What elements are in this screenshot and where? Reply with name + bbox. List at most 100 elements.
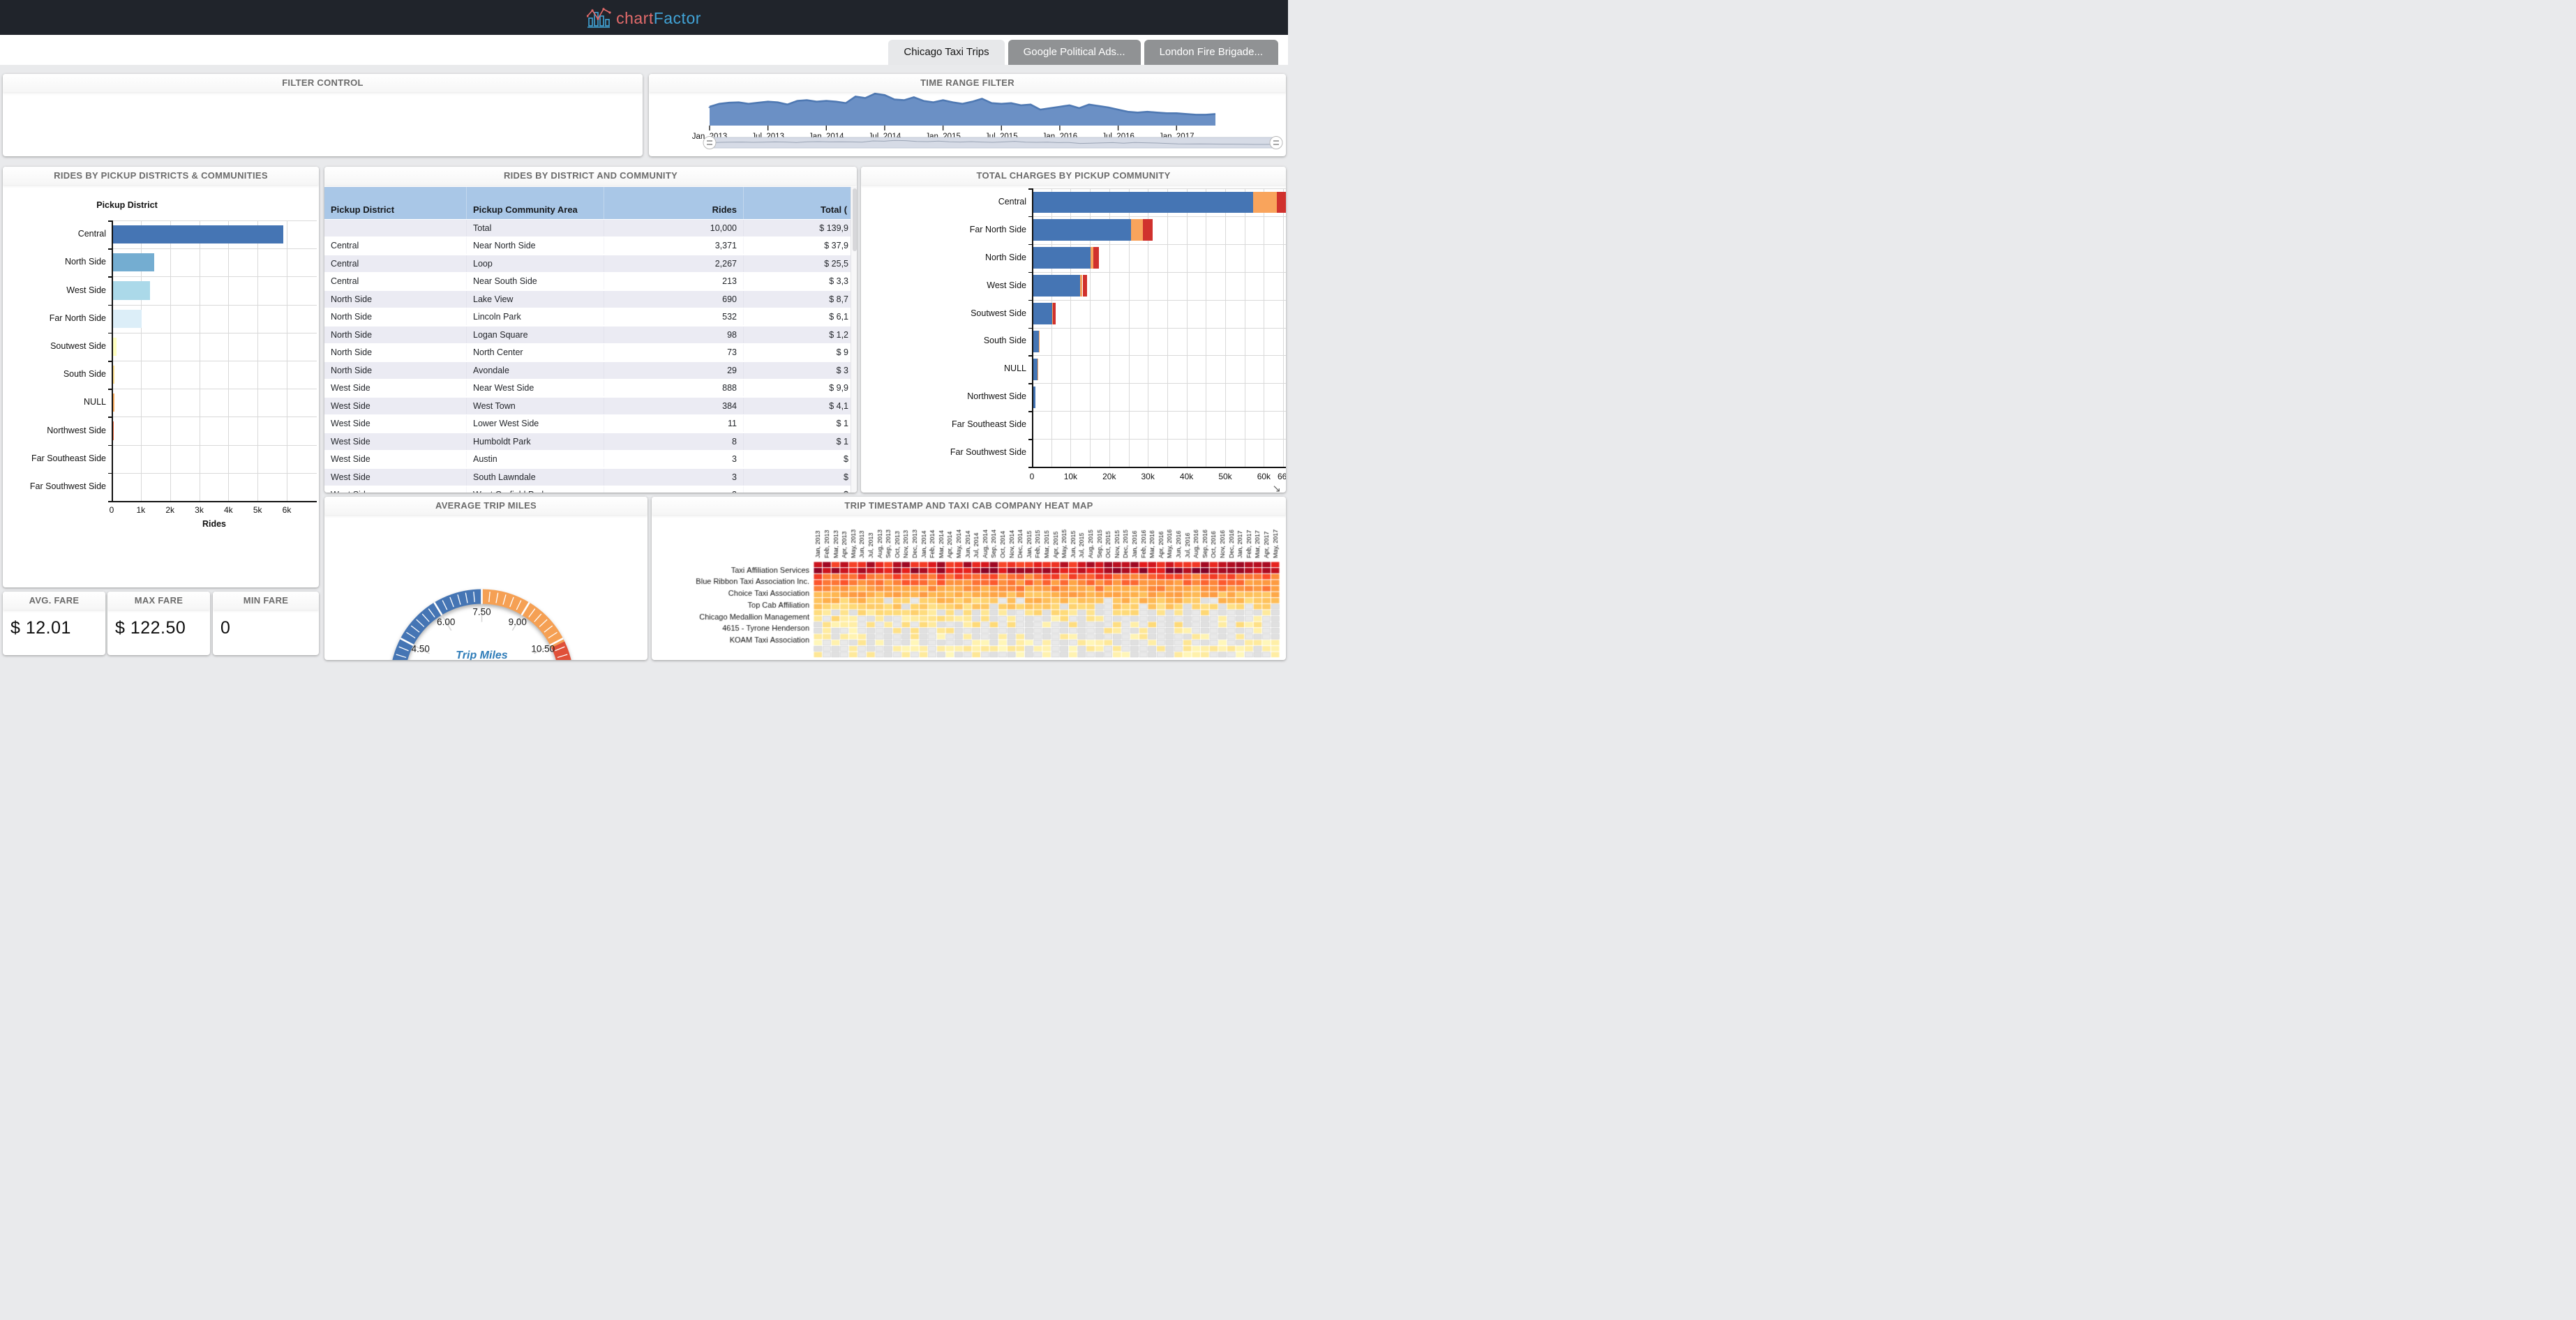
bar-soutwest-side[interactable] bbox=[112, 337, 117, 356]
x-axis-tick-label: 5k bbox=[253, 505, 262, 515]
table-cell: Near West Side bbox=[467, 380, 604, 396]
heatmap-cells[interactable] bbox=[652, 515, 1286, 660]
table-cell: $ bbox=[744, 486, 855, 493]
stacked-bar-segment-red-segment[interactable] bbox=[1053, 303, 1056, 324]
table-cell: 73 bbox=[604, 344, 744, 361]
column-header[interactable]: Pickup Community Area bbox=[467, 187, 604, 219]
table-row[interactable]: North Side Logan Square 98 $ 1,2 bbox=[324, 326, 857, 343]
stacked-bar-segment-blue-segment[interactable] bbox=[1033, 247, 1091, 269]
table-row[interactable]: West Side South Lawndale 3 $ bbox=[324, 468, 857, 486]
x-axis-tick-label: 66. bbox=[1278, 472, 1286, 481]
table-cell: North Side bbox=[324, 344, 467, 361]
brush-handle-right[interactable] bbox=[1269, 136, 1283, 149]
filter-control-body[interactable] bbox=[3, 92, 643, 156]
panel-title: RIDES BY DISTRICT AND COMMUNITY bbox=[324, 167, 857, 185]
stacked-bar-segment-blue-segment[interactable] bbox=[1033, 191, 1253, 213]
stacked-bar-segment-orange-segment[interactable] bbox=[1039, 331, 1040, 352]
stacked-bar-segment-blue-segment[interactable] bbox=[1033, 331, 1040, 352]
table-cell: Lower West Side bbox=[467, 415, 604, 432]
tab-london-fire-brigade[interactable]: London Fire Brigade... bbox=[1144, 40, 1278, 65]
category-label: Northwest Side bbox=[967, 391, 1026, 402]
stacked-bar-segment-red-segment[interactable] bbox=[1082, 275, 1088, 297]
bar-central[interactable] bbox=[112, 225, 283, 244]
column-header[interactable]: Rides bbox=[604, 187, 744, 219]
avg-trip-miles-gauge-panel: AVERAGE TRIP MILES 4.50 6.00 7.50 9.00 10.50… bbox=[324, 497, 647, 660]
table-row[interactable]: West Side Humboldt Park 8 $ 1 bbox=[324, 433, 857, 450]
tab-chicago-taxi-trips[interactable]: Chicago Taxi Trips bbox=[888, 40, 1005, 65]
table-cell: $ 25,5 bbox=[744, 255, 855, 272]
table-cell: North Side bbox=[324, 326, 467, 343]
category-label: North Side bbox=[64, 257, 106, 267]
table-cell: 29 bbox=[604, 361, 744, 379]
table-row[interactable]: North Side Lake View 690 $ 8,7 bbox=[324, 290, 857, 308]
panel-title: FILTER CONTROL bbox=[3, 74, 643, 92]
table-cell: 384 bbox=[604, 397, 744, 414]
table-row[interactable]: Central Near South Side 213 $ 3,3 bbox=[324, 273, 857, 290]
gauge-tick-label: 7.50 bbox=[472, 607, 491, 617]
column-header[interactable]: Pickup District bbox=[324, 187, 467, 219]
column-header[interactable]: Total ( bbox=[744, 187, 855, 219]
table-scrollbar-thumb[interactable] bbox=[852, 188, 857, 251]
stacked-bar-segment-red-segment[interactable] bbox=[1142, 219, 1153, 241]
table-row[interactable]: West Side Lower West Side 11 $ 1 bbox=[324, 415, 857, 432]
table-row[interactable]: Central Loop 2,267 $ 25,5 bbox=[324, 255, 857, 272]
table-cell: West Side bbox=[324, 380, 467, 396]
bar-far-north-side[interactable] bbox=[112, 309, 142, 328]
brush-handle-left[interactable] bbox=[703, 136, 717, 149]
table-row[interactable]: Total 10,000 $ 139,9 bbox=[324, 219, 857, 237]
stacked-bar-segment-red-segment[interactable] bbox=[1093, 247, 1100, 269]
table-scrollbar[interactable] bbox=[851, 187, 857, 493]
stacked-bar-segment-blue-segment[interactable] bbox=[1033, 358, 1038, 380]
stacked-bar-segment-red-segment[interactable] bbox=[1277, 191, 1286, 213]
table-row[interactable]: West SideWest Garfield Park3$ bbox=[324, 486, 857, 493]
stacked-bar-segment-orange-segment[interactable] bbox=[1252, 191, 1278, 213]
resize-handle-icon[interactable]: ↘ bbox=[1272, 482, 1281, 493]
app-header: chartFactor bbox=[0, 0, 1288, 35]
table-row[interactable]: North Side Avondale 29 $ 3 bbox=[324, 361, 857, 379]
time-range-chart[interactable]: Jan, 2013 Jul, 2013 Jan, 2014 Jul, 2014 Jan,… bbox=[649, 92, 1286, 156]
bar-west-side[interactable] bbox=[112, 281, 151, 300]
table-cell: $ 1,2 bbox=[744, 326, 855, 343]
kpi-card-max-fare: MAX FARE $ 122.50 bbox=[107, 592, 210, 655]
x-axis-title: Rides bbox=[202, 519, 227, 529]
total-charges-panel: TOTAL CHARGES BY PICKUP COMMUNITY Centra… bbox=[861, 167, 1286, 493]
table-cell: $ 1 bbox=[744, 433, 855, 450]
table-cell: $ 139,9 bbox=[744, 219, 855, 237]
table-row[interactable]: West Side West Town 384 $ 4,1 bbox=[324, 397, 857, 414]
stacked-bar-segment-blue-segment[interactable] bbox=[1033, 219, 1132, 241]
gridline bbox=[112, 220, 317, 221]
table-row[interactable]: Central Near North Side 3,371 $ 37,9 bbox=[324, 237, 857, 254]
table-row[interactable]: West Side Near West Side 888 $ 9,9 bbox=[324, 380, 857, 396]
table-cell: Central bbox=[324, 255, 467, 272]
table-cell: $ 1 bbox=[744, 415, 855, 432]
table-cell: North Side bbox=[324, 361, 467, 379]
stacked-bar-segment-blue-segment[interactable] bbox=[1033, 386, 1036, 408]
gridline bbox=[1032, 411, 1286, 412]
table-row[interactable]: North Side North Center 73 $ 9 bbox=[324, 344, 857, 361]
bar-north-side[interactable] bbox=[112, 253, 154, 272]
stacked-bar-segment-orange-segment[interactable] bbox=[1131, 219, 1143, 241]
table-cell: Austin bbox=[467, 451, 604, 467]
stacked-bar-segment-blue-segment[interactable] bbox=[1033, 303, 1052, 324]
table-cell: West Side bbox=[324, 468, 467, 486]
table-cell: $ 37,9 bbox=[744, 237, 855, 254]
table-cell: 11 bbox=[604, 415, 744, 432]
category-label: North Side bbox=[984, 252, 1026, 262]
table-row[interactable]: North Side Lincoln Park 532 $ 6,1 bbox=[324, 308, 857, 325]
dashboard-tabstrip: Chicago Taxi Trips Google Political Ads..… bbox=[0, 35, 1288, 65]
time-area-fill bbox=[710, 93, 1215, 126]
gridline bbox=[112, 304, 317, 306]
table-row[interactable]: West Side Austin 3 $ bbox=[324, 451, 857, 467]
category-label: Far North Side bbox=[969, 224, 1026, 234]
x-axis-tick-label: 20k bbox=[1102, 472, 1116, 481]
kpi-value: $ 122.50 bbox=[115, 618, 186, 638]
stacked-bar-segment-blue-segment[interactable] bbox=[1033, 275, 1081, 297]
table-cell: Lincoln Park bbox=[467, 308, 604, 325]
category-label: Northwest Side bbox=[47, 425, 106, 435]
tab-google-political-ads[interactable]: Google Political Ads... bbox=[1008, 40, 1141, 65]
x-axis-line bbox=[1032, 467, 1286, 468]
rides-table: Pickup District Pickup Community Area Ride… bbox=[324, 185, 857, 493]
gauge-metric-label: Trip Miles bbox=[456, 650, 507, 660]
table-cell: Near South Side bbox=[467, 273, 604, 290]
table-cell: Loop bbox=[467, 255, 604, 272]
